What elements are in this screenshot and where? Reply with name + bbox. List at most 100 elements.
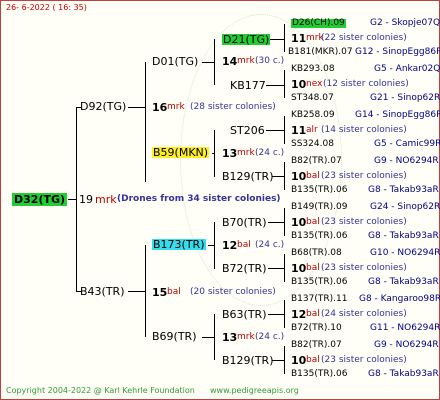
gen4-bottom[interactable]: SS324.08 — [291, 140, 334, 149]
gen4-bottom[interactable]: B72(TR).10 — [291, 324, 342, 333]
sire-dam-d92[interactable]: D92(TG) — [80, 101, 126, 112]
gen2-count: 13 — [222, 331, 238, 344]
gen4-code: G9 - NO6294R — [374, 340, 439, 350]
gen4-mark: nex — [306, 79, 323, 89]
gen4-count: 12 — [291, 308, 307, 321]
gen4-top[interactable]: D26(CH).09 — [291, 19, 346, 28]
gen4-bottom[interactable]: B135(TR).06 — [291, 232, 347, 241]
gen3-b129[interactable]: B129(TR) — [222, 171, 274, 182]
gen3-b63[interactable]: B63(TR) — [222, 309, 267, 320]
gen2-d01[interactable]: D01(TG) — [152, 56, 198, 67]
connector — [284, 162, 285, 190]
connector — [272, 176, 284, 177]
gen2-count: 13 — [222, 147, 238, 160]
gen2-mark: mrk — [237, 56, 255, 66]
gen2-b69[interactable]: B69(TR) — [152, 331, 197, 342]
gen4-count: 10 — [291, 354, 307, 367]
gen4-note: (23 sister colonies) — [321, 171, 407, 181]
gen4-note: (22 sister colonies) — [321, 33, 407, 43]
gen4-bottom[interactable]: B135(TR).06 — [291, 278, 347, 287]
gen4-count: 11 — [291, 124, 307, 137]
gen4-bottom[interactable]: B181(MKR).07 — [288, 48, 353, 57]
gen2-count: 14 — [222, 55, 238, 68]
gen4-note: (24 sister colonies) — [321, 309, 407, 319]
gen2-count: 12 — [222, 239, 238, 252]
gen4-top[interactable]: B149(TR).09 — [291, 203, 347, 212]
gen4-bottom[interactable]: ST348.07 — [291, 94, 334, 103]
gen1-note: (28 sister colonies) — [190, 102, 276, 112]
gen4-code: G11 - NO6294R — [370, 323, 440, 333]
gen4-mark: bal — [306, 171, 320, 181]
gen4-bottom[interactable]: B135(TR).06 — [291, 370, 347, 379]
connector — [266, 130, 284, 131]
connector — [284, 346, 285, 374]
footer-site-link[interactable]: www.pedigreeapis.org — [210, 387, 299, 395]
gen4-top[interactable]: KB293.08 — [291, 65, 335, 74]
gen2-note: (24 c.) — [255, 332, 285, 342]
gen4-top[interactable]: B82(TR).07 — [291, 157, 342, 166]
gen3-d21[interactable]: D21(TG) — [222, 34, 271, 45]
gen1-count: 15 — [152, 286, 168, 299]
gen3-st206[interactable]: ST206 — [230, 125, 265, 136]
gen3-b70[interactable]: B70(TR) — [222, 217, 267, 228]
gen3-b129b[interactable]: B129(TR) — [222, 355, 274, 366]
gen4-code: G5 - Ankar02Q — [374, 64, 440, 74]
gen4-top[interactable]: B68(TR).08 — [291, 249, 342, 258]
gen4-note: (23 sister colonies) — [321, 355, 407, 365]
connector — [214, 39, 215, 85]
connector — [214, 222, 215, 269]
connector — [270, 39, 284, 40]
connector — [214, 314, 215, 360]
gen2-note: (24 c.) — [255, 148, 285, 158]
gen4-top[interactable]: B82(TR).07 — [291, 341, 342, 350]
connector — [284, 300, 285, 328]
root-queen[interactable]: D32(TG) — [12, 193, 68, 206]
gen2-note: (24 c.) — [255, 240, 285, 250]
connector — [202, 337, 214, 338]
root-mark: mrk — [95, 193, 117, 206]
root-count: 19 — [79, 193, 93, 206]
gen4-count: 10 — [291, 262, 307, 275]
gen4-count: 11 — [291, 32, 307, 45]
gen4-mark: bal — [306, 263, 320, 273]
connector — [284, 70, 285, 98]
connector — [212, 153, 214, 154]
gen4-code: G9 - NO6294R — [374, 156, 439, 166]
gen2-mark: mrk — [237, 148, 255, 158]
gen2-mark: mrk — [237, 332, 255, 342]
gen2-mark: bal — [237, 240, 251, 250]
gen4-code: G24 - Sinop62R — [370, 202, 440, 212]
gen4-count: 10 — [291, 216, 307, 229]
gen4-mark: bal — [306, 309, 320, 319]
connector — [268, 268, 284, 269]
root-note: (Drones from 34 sister colonies) — [117, 194, 281, 204]
connector — [145, 62, 146, 182]
gen4-note: (12 sister colonies) — [323, 79, 409, 89]
gen4-bottom[interactable]: B135(TR).06 — [291, 186, 347, 195]
connector — [214, 130, 215, 177]
gen4-top[interactable]: KB258.09 — [291, 111, 335, 120]
gen4-note: (14 sister colonies) — [321, 125, 407, 135]
gen4-top[interactable]: B137(TR).11 — [291, 295, 347, 304]
gen2-b173[interactable]: B173(TR) — [152, 239, 206, 250]
gen2-note: (30 c.) — [255, 56, 285, 66]
gen4-mark: alr — [306, 125, 318, 135]
gen4-code: G8 - Takab93aR — [368, 231, 439, 241]
connector — [268, 314, 284, 315]
gen3-b72[interactable]: B72(TR) — [222, 263, 267, 274]
gen4-code: G14 - SinopEgg86R — [355, 110, 440, 120]
gen1-mark: mrk — [167, 102, 185, 112]
connector — [284, 116, 285, 144]
gen4-note: (23 sister colonies) — [321, 263, 407, 273]
gen4-code: G8 - Takab93aR — [368, 369, 439, 379]
gen1-note: (20 sister colonies) — [190, 287, 276, 297]
connector — [268, 222, 284, 223]
gen1-mark: bal — [167, 287, 181, 297]
sire-dam-b43[interactable]: B43(TR) — [80, 286, 125, 297]
gen2-b59[interactable]: B59(MKN) — [152, 147, 210, 158]
connector — [128, 291, 145, 292]
gen3-kb177[interactable]: KB177 — [230, 80, 266, 91]
connector — [68, 199, 76, 200]
gen4-count: 10 — [291, 170, 307, 183]
connector — [202, 62, 214, 63]
